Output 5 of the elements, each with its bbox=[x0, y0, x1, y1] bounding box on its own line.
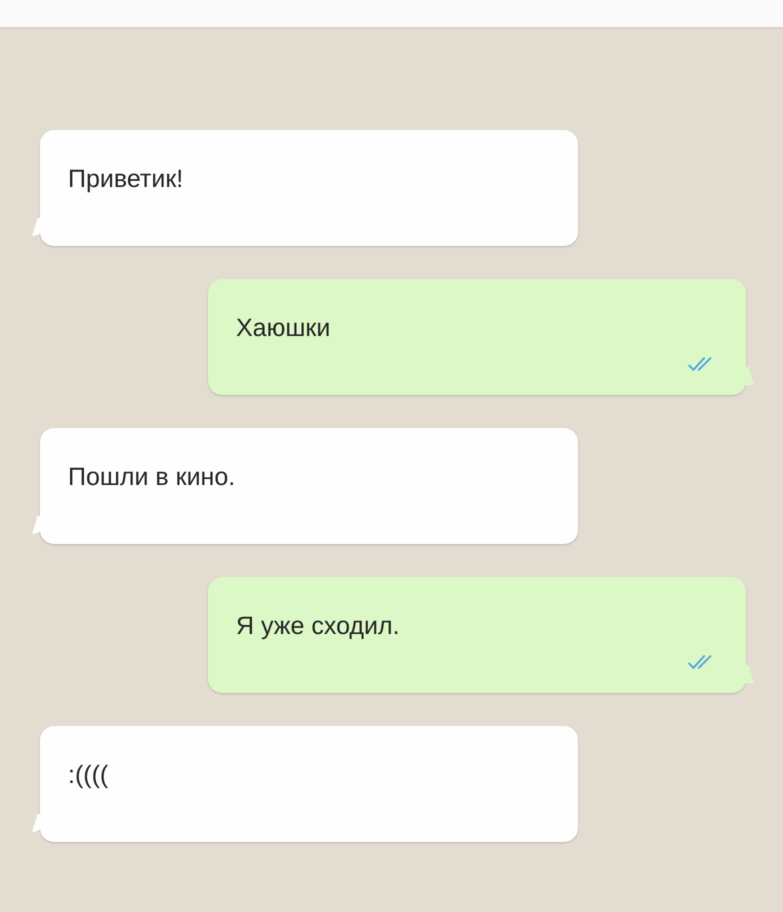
message-text: Приветик! bbox=[68, 165, 184, 193]
message-text: :(((( bbox=[68, 761, 108, 789]
message-text: Я уже сходил. bbox=[236, 612, 400, 640]
message-text: Хаюшки bbox=[236, 314, 330, 342]
message-text: Пошли в кино. bbox=[68, 463, 236, 491]
